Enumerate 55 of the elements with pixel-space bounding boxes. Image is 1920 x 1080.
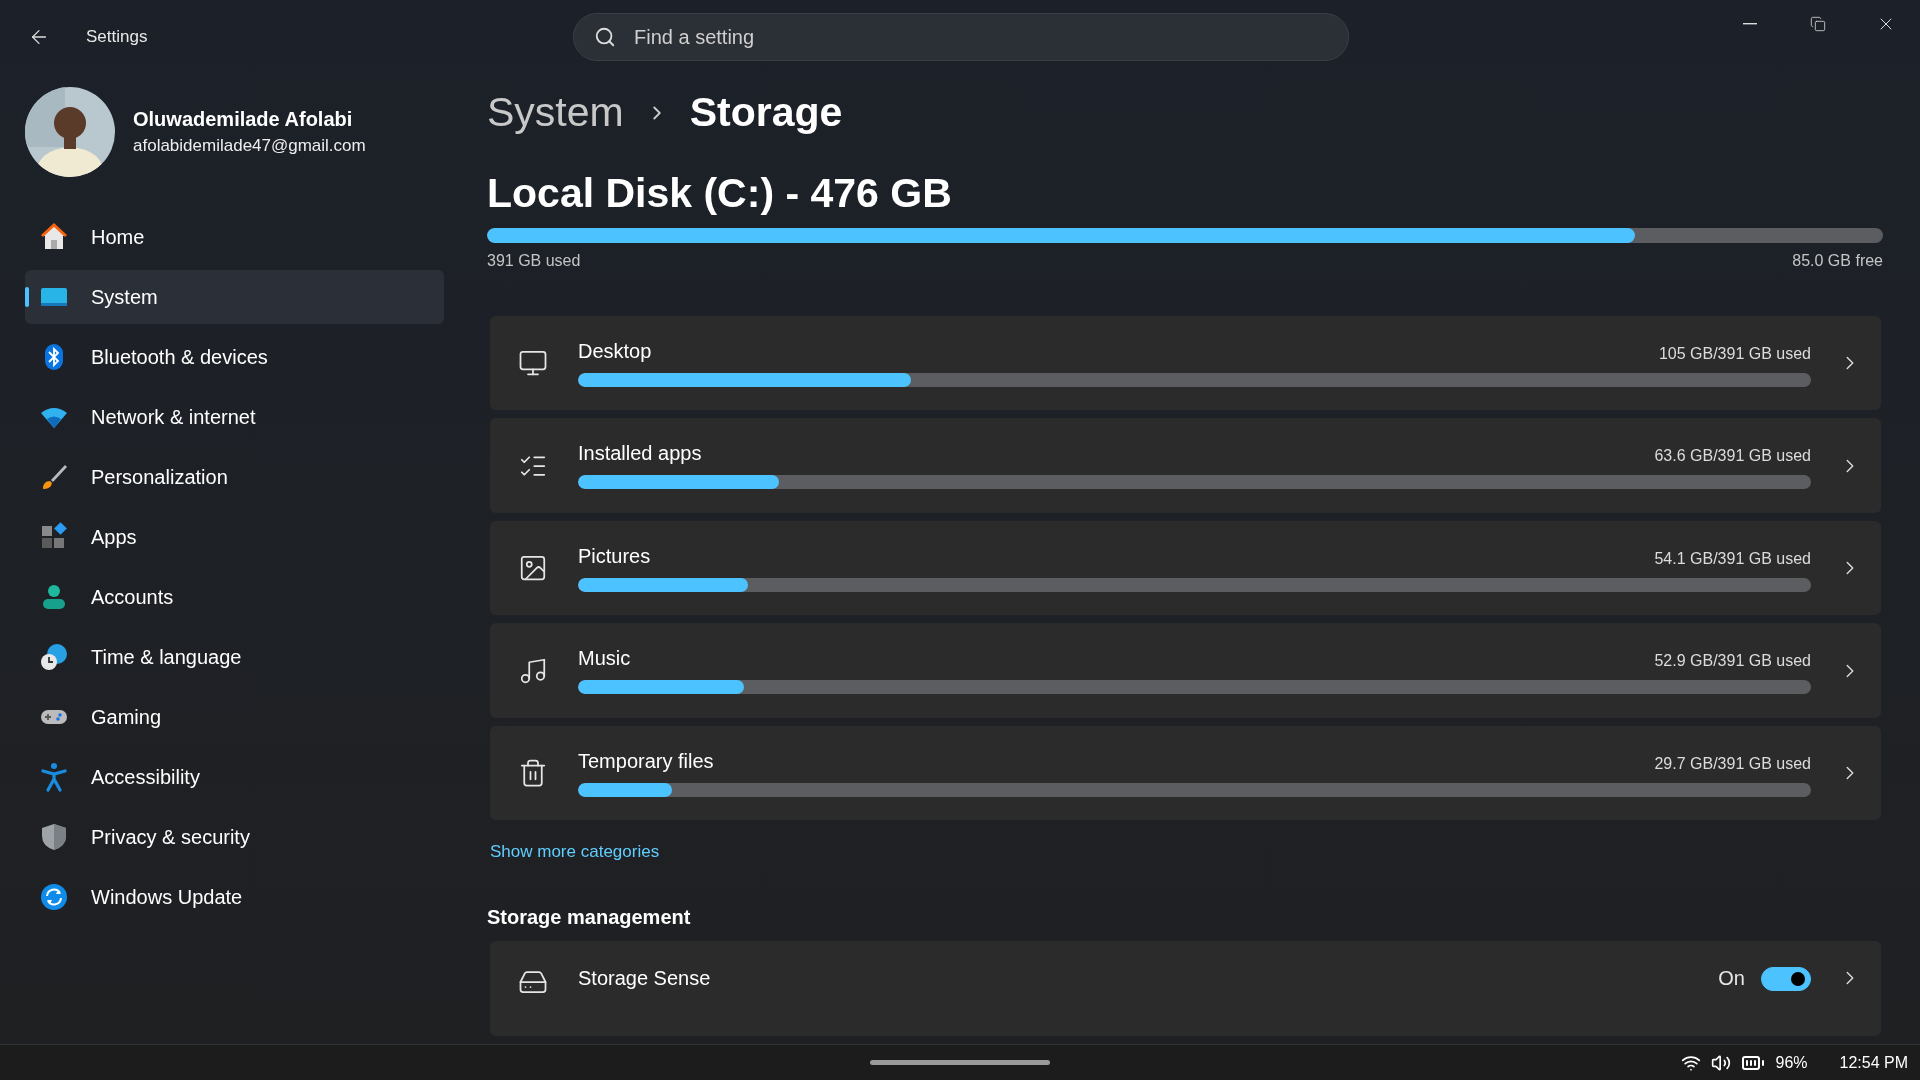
category-card[interactable]: Pictures 54.1 GB/391 GB used xyxy=(490,520,1881,616)
category-label: Music xyxy=(578,647,631,671)
nav-item[interactable]: Bluetooth & devices xyxy=(25,330,444,384)
category-card[interactable]: Temporary files 29.7 GB/391 GB used xyxy=(490,725,1881,821)
house-icon xyxy=(39,222,69,252)
category-label: Temporary files xyxy=(578,749,714,773)
search-field[interactable]: Find a setting xyxy=(573,13,1349,61)
used-label: 391 GB used xyxy=(487,252,581,270)
usage-label: 63.6 GB/391 GB used xyxy=(1654,447,1811,466)
show-more-link[interactable]: Show more categories xyxy=(490,842,1883,863)
globe-clock-icon xyxy=(39,642,69,672)
nav-item[interactable]: Accessibility xyxy=(25,750,444,804)
setting-card[interactable]: Storage Sense On xyxy=(490,941,1881,1036)
search-icon xyxy=(594,26,616,48)
category-label: Pictures xyxy=(578,544,651,568)
minimize-icon xyxy=(1743,23,1757,25)
nav-item[interactable]: System xyxy=(25,270,444,324)
usage-label: 29.7 GB/391 GB used xyxy=(1654,754,1811,773)
refresh-icon xyxy=(39,882,69,912)
volume-icon[interactable] xyxy=(1711,1052,1732,1073)
usage-label: 52.9 GB/391 GB used xyxy=(1654,652,1811,671)
category-card[interactable]: Music 52.9 GB/391 GB used xyxy=(490,623,1881,718)
user-name: Oluwademilade Afolabi xyxy=(133,108,354,131)
battery-level: 96% xyxy=(1775,1053,1808,1072)
free-label: 85.0 GB free xyxy=(1792,252,1883,270)
nav-item[interactable]: Windows Update xyxy=(25,870,444,924)
nav-item[interactable]: Network & internet xyxy=(25,390,444,444)
nav-item[interactable]: Gaming xyxy=(25,690,444,744)
trash-icon xyxy=(518,758,548,789)
clock[interactable]: 12:54 PM xyxy=(1839,1053,1908,1072)
restore-icon xyxy=(1810,16,1826,32)
category-card[interactable]: Desktop 105 GB/391 GB used xyxy=(490,316,1881,411)
usage-label: 105 GB/391 GB used xyxy=(1658,344,1811,363)
nav-item[interactable]: Apps xyxy=(25,510,444,564)
nav-item[interactable]: Time & language xyxy=(25,630,444,684)
state-label: On xyxy=(1718,967,1745,991)
category-label: Installed apps xyxy=(578,442,702,466)
nav-item[interactable]: Privacy & security xyxy=(25,810,444,864)
search-input[interactable]: Find a setting xyxy=(632,24,1328,50)
shield-icon xyxy=(39,822,69,852)
window-title: Settings xyxy=(86,27,148,47)
category-label: Desktop xyxy=(578,339,652,363)
usage-label: 54.1 GB/391 GB used xyxy=(1654,549,1811,568)
accessibility-icon xyxy=(39,762,69,792)
category-card[interactable]: Installed apps 63.6 GB/391 GB used xyxy=(490,418,1881,513)
nav-item[interactable]: Home xyxy=(25,210,444,264)
section-heading: Storage management xyxy=(487,906,692,930)
breadcrumb-item: Storage xyxy=(689,89,843,136)
nav-item[interactable]: Accounts xyxy=(25,570,444,624)
user-email: afolabidemilade47@gmail.com xyxy=(133,136,366,156)
breadcrumb-item[interactable]: System xyxy=(487,89,624,136)
disk-title: Local Disk (C:) - 476 GB xyxy=(487,170,953,218)
nav-item[interactable]: Personalization xyxy=(25,450,444,504)
toggle-switch[interactable] xyxy=(1761,967,1811,992)
setting-label: Storage Sense xyxy=(578,967,712,991)
